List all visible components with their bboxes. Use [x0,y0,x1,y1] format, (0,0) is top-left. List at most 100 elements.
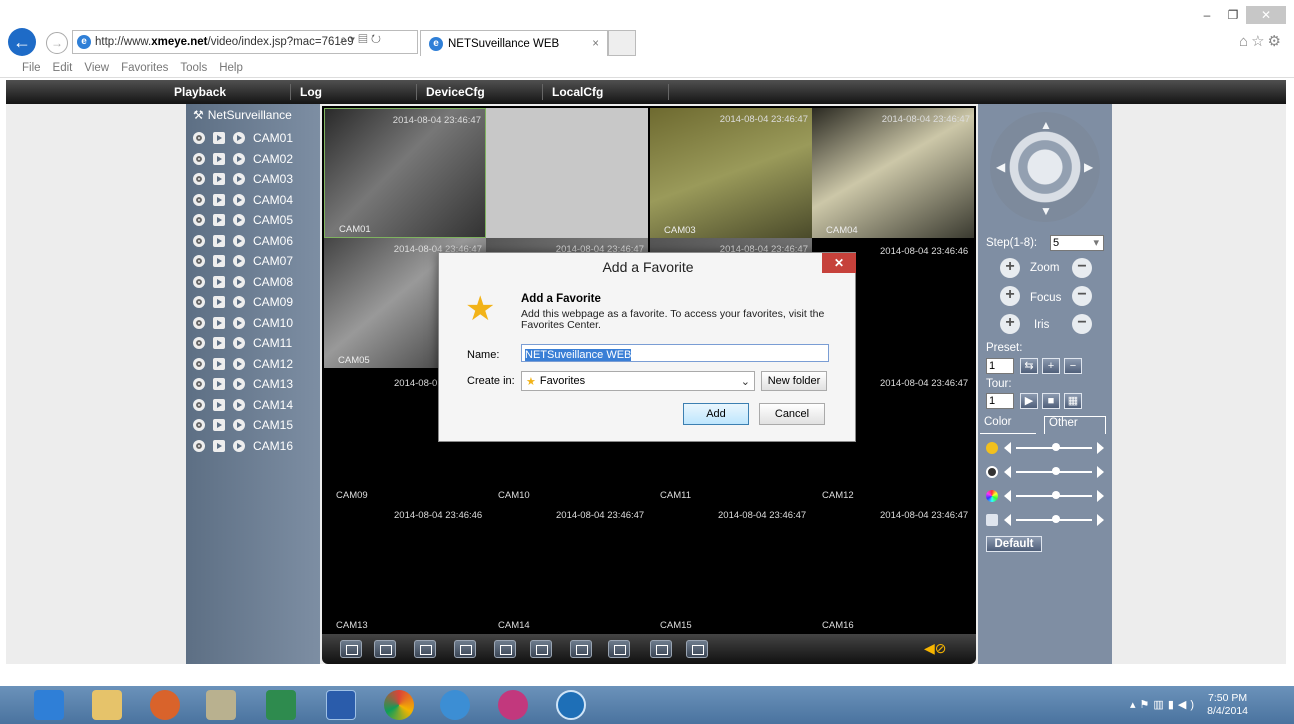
record-all-button[interactable] [650,640,672,658]
tree-camera-item[interactable]: CAM14 [193,395,293,415]
play-icon[interactable] [213,214,225,226]
zoom-out-button[interactable]: − [1072,258,1092,278]
create-in-select[interactable]: ★ Favorites ⌄ [521,371,755,391]
tree-camera-item[interactable]: CAM03 [193,169,293,189]
record-icon[interactable] [193,316,205,329]
excel-icon[interactable] [266,690,296,720]
system-tray[interactable]: ▴⚑▥▮◀) [1130,698,1198,711]
menu-help[interactable]: Help [219,62,243,74]
record-icon[interactable] [193,132,205,144]
clock[interactable]: 7:50 PM 8/4/2014 [1207,692,1248,718]
record-icon[interactable] [193,255,205,267]
ie-taskbar-icon[interactable] [34,690,64,720]
saturation-slider[interactable] [986,488,1104,504]
record-icon[interactable] [193,173,205,185]
layout-9-button[interactable] [454,640,476,658]
stream-icon[interactable] [233,357,245,370]
record-icon[interactable] [193,214,205,226]
tree-camera-item[interactable]: CAM06 [193,231,293,251]
layout-1-button[interactable] [374,640,396,658]
stream-icon[interactable] [233,296,245,308]
record-icon[interactable] [193,357,205,370]
video-cell-cam02[interactable] [486,108,648,238]
chrome-icon[interactable] [384,690,414,720]
play-icon[interactable] [213,296,225,308]
app-taskbar-icon[interactable] [498,690,528,720]
preset-remove-button[interactable]: − [1064,358,1082,374]
video-cell-cam01[interactable]: 2014-08-04 23:46:47 CAM01 [324,108,486,238]
brightness-slider[interactable] [986,440,1104,456]
stream-icon[interactable] [233,255,245,267]
tab-other[interactable]: Other [1044,416,1106,434]
play-icon[interactable] [213,275,225,288]
tree-camera-item[interactable]: CAM08 [193,272,293,292]
stream-icon[interactable] [233,152,245,165]
play-icon[interactable] [213,357,225,370]
nav-log[interactable]: Log [300,80,322,104]
snapshot-button[interactable] [608,640,630,658]
play-icon[interactable] [213,152,225,165]
step-select[interactable]: 5 ▾ [1050,235,1104,251]
default-button[interactable]: Default [986,536,1042,552]
tab-color[interactable]: Color [980,416,1036,434]
stream-icon[interactable] [233,316,245,329]
record-icon[interactable] [193,296,205,308]
play-icon[interactable] [213,419,225,431]
notepad-icon[interactable] [206,690,236,720]
volume-icon[interactable]: ◀) [1178,699,1198,711]
app-taskbar-icon[interactable] [556,690,586,720]
iris-open-button[interactable]: + [1000,314,1020,334]
tree-camera-item[interactable]: CAM09 [193,292,293,312]
tree-camera-item[interactable]: CAM12 [193,354,293,374]
app-taskbar-icon[interactable] [150,690,180,720]
video-cell-cam03[interactable]: 2014-08-04 23:46:47 CAM03 [650,108,812,238]
record-icon[interactable] [193,398,205,411]
menu-file[interactable]: File [22,62,41,74]
video-cell-cam04[interactable]: 2014-08-04 23:46:47 CAM04 [812,108,974,238]
mute-icon[interactable]: ◀⊘ [924,640,947,657]
stream-icon[interactable] [233,234,245,247]
dialog-close-button[interactable]: ✕ [822,253,856,273]
play-icon[interactable] [213,398,225,411]
address-actions[interactable]: ⌕ ▾ ▤ ↻ [340,32,381,47]
play-icon[interactable] [213,193,225,206]
contrast-slider[interactable] [986,464,1104,480]
tour-play-button[interactable]: ▶ [1020,393,1038,409]
arrow-up-icon[interactable]: ▲ [1040,118,1052,132]
tour-grid-button[interactable]: ▦ [1064,393,1082,409]
tree-camera-item[interactable]: CAM13 [193,374,293,394]
file-explorer-icon[interactable] [92,690,122,720]
record-icon[interactable] [193,193,205,206]
stream-icon[interactable] [233,214,245,226]
preset-set-button[interactable]: ⇆ [1020,358,1038,374]
nav-playback[interactable]: Playback [174,80,226,104]
play-icon[interactable] [213,316,225,329]
nav-devicecfg[interactable]: DeviceCfg [426,80,485,104]
app-taskbar-icon[interactable] [440,690,470,720]
menu-tools[interactable]: Tools [180,62,207,74]
tree-camera-item[interactable]: CAM02 [193,149,293,169]
record-icon[interactable] [193,234,205,247]
flag-icon[interactable]: ⚑ [1140,699,1154,711]
layout-4-button[interactable] [414,640,436,658]
play-icon[interactable] [213,439,225,452]
menu-view[interactable]: View [84,62,109,74]
iris-close-button[interactable]: − [1072,314,1092,334]
play-icon[interactable] [213,337,225,349]
stream-icon[interactable] [233,275,245,288]
preset-input[interactable]: 1 [986,358,1014,374]
zoom-in-button[interactable]: + [1000,258,1020,278]
fullscreen-button[interactable] [340,640,362,658]
new-tab-button[interactable] [608,30,636,56]
play-icon[interactable] [213,173,225,185]
word-icon[interactable] [326,690,356,720]
close-all-button[interactable] [570,640,592,658]
stream-icon[interactable] [233,132,245,144]
minimize-button[interactable]: – [1194,6,1220,24]
focus-out-button[interactable]: − [1072,286,1092,306]
nav-localcfg[interactable]: LocalCfg [552,80,603,104]
stream-icon[interactable] [233,193,245,206]
tree-camera-item[interactable]: CAM04 [193,190,293,210]
open-all-button[interactable] [530,640,552,658]
browser-toolbar-icons[interactable]: ⌂☆⚙ [1239,32,1284,50]
